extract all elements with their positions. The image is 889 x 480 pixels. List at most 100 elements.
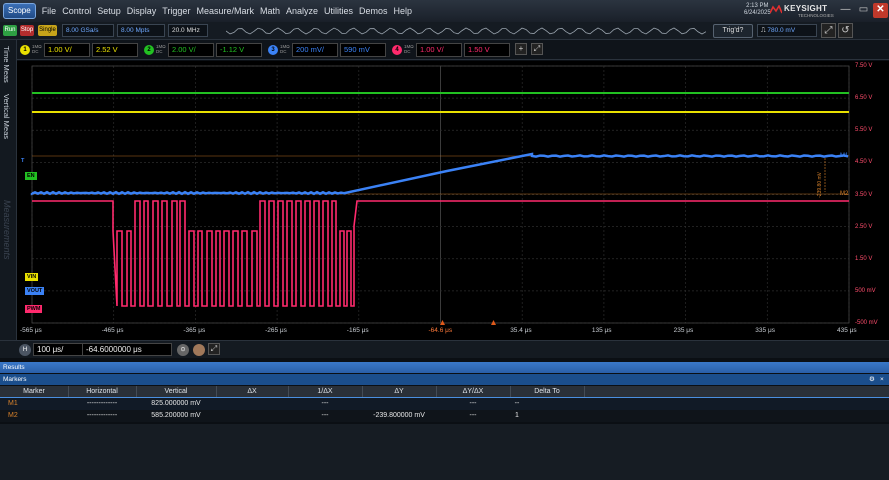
brand-name: KEYSIGHT (784, 4, 828, 13)
tab-vertical-meas[interactable]: Vertical Meas (2, 94, 11, 139)
channel-1-icon[interactable]: 1 (20, 45, 30, 55)
col-dx: ΔX (247, 388, 257, 395)
default-setup-icon[interactable]: ↺ (838, 23, 853, 38)
trigger-level-value: 780.0 mV (767, 27, 796, 34)
cell-horizontal: ------------- (86, 412, 118, 419)
zoom-fit-icon[interactable]: ⤢ (821, 23, 836, 38)
menu-measure-mark[interactable]: Measure/Mark (196, 6, 254, 16)
timebase-expand-icon[interactable]: ⤢ (208, 343, 220, 355)
scope-button[interactable]: Scope (3, 3, 36, 19)
col-vertical: Vertical (164, 388, 188, 395)
menu-analyze[interactable]: Analyze (286, 6, 318, 16)
y-tick-label: 6.50 V (855, 95, 873, 102)
cell-horizontal: ------------- (86, 400, 118, 407)
channel-3-scale[interactable]: 200 mV/ (292, 43, 338, 57)
cell-inv-dx: --- (321, 400, 329, 407)
y-tick-label: 7.50 V (855, 63, 873, 69)
menu-control[interactable]: Control (62, 6, 91, 16)
panel-settings-icon[interactable]: ⚙ (869, 374, 875, 385)
zoom-icon[interactable] (193, 344, 205, 356)
x-tick-label: -465 μs (101, 327, 124, 334)
marker-m2-tag[interactable]: M2 (840, 191, 848, 197)
pwm-trace-tag[interactable]: PWM (25, 305, 43, 313)
channel-4-offset[interactable]: 1.50 V (464, 43, 510, 57)
x-tick-label: 335 μs (755, 327, 775, 334)
clock-time: 2:13 PM (746, 3, 769, 9)
x-tick-label: -365 μs (183, 327, 206, 334)
menu-utilities[interactable]: Utilities (324, 6, 353, 16)
minimize-icon[interactable]: — (838, 3, 853, 18)
oscilloscope-app: Scope File Control Setup Display Trigger… (0, 0, 889, 480)
timebase-position-field[interactable]: -64.6000000 μs (82, 343, 172, 356)
menu-demos[interactable]: Demos (359, 6, 388, 16)
menu-setup[interactable]: Setup (97, 6, 121, 16)
channel-4-scale[interactable]: 1.00 V/ (416, 43, 462, 57)
menu-help[interactable]: Help (394, 6, 413, 16)
cell-marker: M2 (8, 412, 18, 419)
stop-button[interactable]: Stop (20, 25, 34, 36)
menu-trigger[interactable]: Trigger (162, 6, 190, 16)
table-row[interactable]: M2 ------------- 585.200000 mV --- -239.… (0, 410, 889, 422)
waveform-canvas (30, 65, 850, 325)
navigate-icon[interactable]: ⊙ (177, 344, 189, 356)
panel-close-icon[interactable]: × (880, 374, 884, 385)
channel-3-offset[interactable]: 590 mV (340, 43, 386, 57)
cell-delta-to: -- (514, 400, 520, 407)
channel-1-offset[interactable]: 2.52 V (92, 43, 138, 57)
cell-dy: -239.800000 mV (373, 412, 425, 419)
brand-subtitle: TECHNOLOGIES (798, 13, 834, 18)
time-reference-marker (491, 320, 496, 325)
channel-3-icon[interactable]: 3 (268, 45, 278, 55)
close-icon[interactable]: ✕ (873, 3, 888, 18)
cell-vertical: 585.200000 mV (151, 412, 201, 419)
timebase-scale-field[interactable]: 100 μs/ (33, 343, 87, 356)
run-button[interactable]: Run (3, 25, 17, 36)
vin-trace-tag[interactable]: VIN (25, 273, 39, 281)
channel-2-coupling: 1MΩ DC (156, 44, 166, 54)
add-channel-icon[interactable]: + (515, 43, 527, 55)
x-tick-label: 135 μs (591, 327, 612, 334)
bandwidth-field[interactable]: 20.0 MHz (168, 24, 208, 37)
channel-2-scale[interactable]: 2.00 V/ (168, 43, 214, 57)
expand-icon[interactable]: ⤢ (531, 43, 543, 55)
horizontal-icon[interactable]: H (19, 344, 31, 356)
restore-icon[interactable]: ▭ (856, 3, 871, 18)
tab-time-meas[interactable]: Time Meas (2, 46, 11, 83)
channel-4-icon[interactable]: 4 (392, 45, 402, 55)
col-horizontal: Horizontal (86, 388, 118, 395)
y-tick-label: 1.50 V (855, 255, 873, 262)
markers-panel-header: Markers ⚙ × (0, 374, 889, 385)
table-row[interactable]: M1 ------------- 825.000000 mV --- --- -… (0, 397, 889, 411)
memory-depth-field[interactable]: 8.00 Mpts (117, 24, 165, 37)
menu-display[interactable]: Display (127, 6, 157, 16)
y-tick-label: 4.50 V (855, 159, 873, 166)
x-tick-label: -165 μs (346, 327, 369, 334)
cell-delta-to: 1 (515, 412, 519, 419)
acquisition-toolbar: Run Stop Single 8.00 GSa/s 8.00 Mpts 20.… (0, 22, 889, 40)
menu-file[interactable]: File (42, 6, 57, 16)
en-trace-tag[interactable]: EN (25, 172, 37, 180)
trigger-level-field[interactable]: ⎍ 780.0 mV (757, 24, 817, 37)
col-dy: ΔY (394, 388, 404, 395)
menu-math[interactable]: Math (260, 6, 280, 16)
waveform-display[interactable]: 7.50 V 6.50 V 5.50 V 4.50 V 3.50 V 2.50 V 1.50… (17, 61, 889, 340)
trigger-status-button[interactable]: Trig'd? (713, 24, 753, 38)
single-button[interactable]: Single (38, 25, 57, 36)
col-dydx: ΔY/ΔX (462, 388, 484, 395)
channel-1-scale[interactable]: 1.00 V/ (44, 43, 90, 57)
markers-table: Marker Horizontal Vertical ΔX 1/ΔX ΔY ΔY… (0, 386, 889, 422)
channel-2-offset[interactable]: -1.12 V (216, 43, 262, 57)
ch3-trace (30, 152, 849, 196)
marker-delta-label: -239.80 mV (817, 172, 823, 198)
cell-marker: M1 (8, 400, 18, 407)
sample-rate-field[interactable]: 8.00 GSa/s (62, 24, 114, 37)
cell-dydx: --- (469, 412, 477, 419)
vout-trace-tag[interactable]: VOUT (25, 287, 45, 295)
channel-3-coupling: 1MΩ DC (280, 44, 290, 54)
col-delta-to: Delta To (534, 388, 560, 395)
x-tick-label: 435 μs (837, 327, 857, 334)
marker-m1-tag[interactable]: M1 (840, 153, 848, 159)
left-tab-strip: Time Meas Vertical Meas Measurements (0, 40, 17, 340)
y-tick-label: 5.50 V (855, 127, 873, 134)
channel-2-icon[interactable]: 2 (144, 45, 154, 55)
